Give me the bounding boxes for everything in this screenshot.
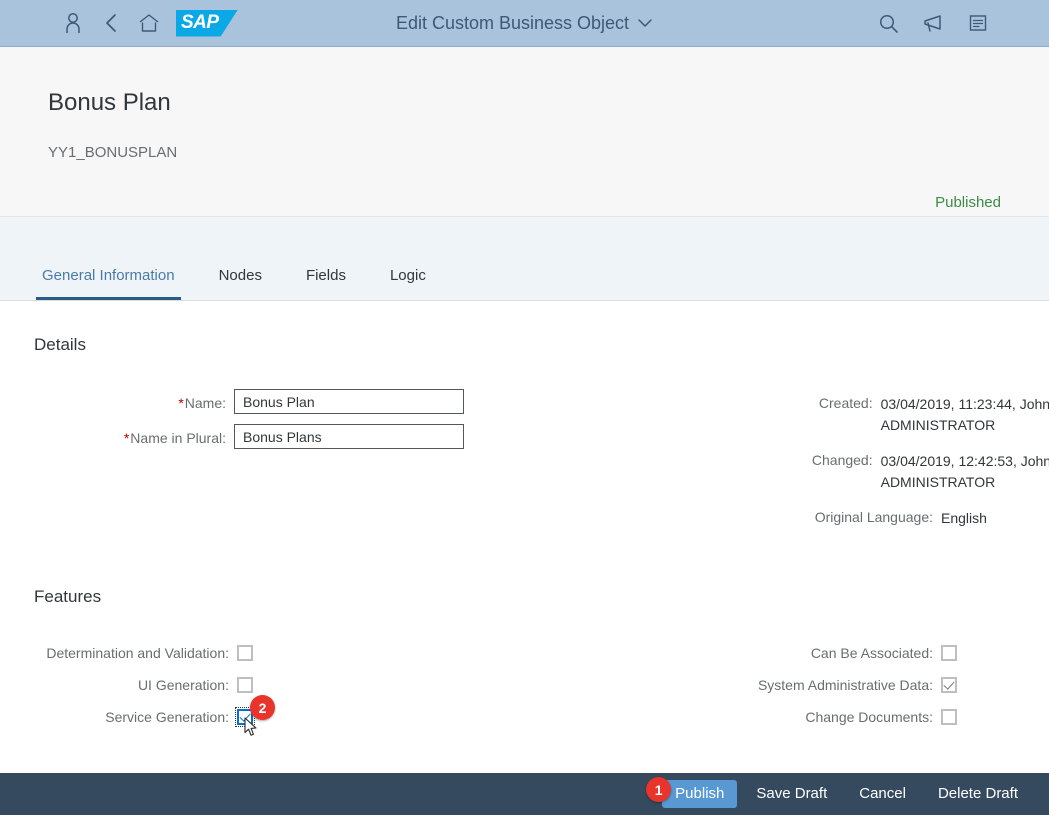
system-administrative-data-checkbox[interactable] <box>941 677 957 693</box>
field-row-original-language: Original Language: English <box>574 503 1049 529</box>
footer-button-group: 1 Publish Save Draft Cancel Delete Draft <box>646 777 1031 808</box>
back-icon[interactable] <box>92 4 130 42</box>
change-documents-label: Change Documents: <box>805 709 933 725</box>
field-row-created: Created: 03/04/2019, 11:23:44, John ADMI… <box>574 389 1049 436</box>
name-input[interactable] <box>234 389 464 414</box>
features-left-column: Determination and Validation: UI Generat… <box>34 641 574 737</box>
ui-generation-label: UI Generation: <box>137 677 229 693</box>
feature-row-determination-validation: Determination and Validation: <box>34 641 574 665</box>
page-title: Bonus Plan <box>48 89 171 116</box>
original-language-label: Original Language: <box>814 509 933 525</box>
cancel-button[interactable]: Cancel <box>846 780 919 808</box>
required-indicator: * <box>123 430 130 446</box>
footer-toolbar: 1 Publish Save Draft Cancel Delete Draft <box>0 773 1049 815</box>
details-left-column: *Name: *Name in Plural: <box>34 389 574 539</box>
tab-fields[interactable]: Fields <box>300 267 352 300</box>
name-label: *Name: <box>34 389 234 411</box>
change-documents-checkbox[interactable] <box>941 709 957 725</box>
created-label: Created: <box>818 395 873 411</box>
content-area: Details *Name: *Name in Plural: Created:… <box>0 301 1049 774</box>
feature-row-service-generation: Service Generation: 2 <box>34 695 574 736</box>
shellbar: SAP Edit Custom Business Object <box>0 0 1049 47</box>
status-badge: Published <box>935 194 1001 211</box>
object-page-header: Bonus Plan YY1_BONUSPLAN Published <box>0 47 1049 217</box>
changed-value: 03/04/2019, 12:42:53, John ADMINISTRATOR <box>880 453 1049 490</box>
details-grid: *Name: *Name in Plural: Created: 03/04/2… <box>34 389 1049 539</box>
name-plural-input[interactable] <box>234 424 464 449</box>
tab-bar: General Information Nodes Fields Logic <box>0 217 1049 301</box>
changed-label: Changed: <box>811 452 873 468</box>
feature-row-change-documents: Change Documents: <box>574 705 1001 729</box>
annotation-badge-1: 1 <box>646 777 672 802</box>
tab-nodes[interactable]: Nodes <box>213 267 268 300</box>
feature-row-ui-generation: UI Generation: <box>34 673 574 697</box>
features-grid: Determination and Validation: UI Generat… <box>34 641 1001 737</box>
tab-logic[interactable]: Logic <box>384 267 432 300</box>
details-right-column: Created: 03/04/2019, 11:23:44, John ADMI… <box>574 389 1049 539</box>
shellbar-left-group: SAP <box>0 4 238 42</box>
field-row-name-plural: *Name in Plural: <box>34 424 574 449</box>
system-administrative-data-label: System Administrative Data: <box>757 677 933 693</box>
menu-icon[interactable] <box>959 4 997 42</box>
home-icon[interactable] <box>130 4 168 42</box>
megaphone-icon[interactable] <box>914 4 952 42</box>
publish-button[interactable]: Publish <box>662 780 738 808</box>
ui-generation-checkbox[interactable] <box>237 677 253 693</box>
required-indicator: * <box>178 395 184 411</box>
sap-logo[interactable]: SAP <box>176 9 238 37</box>
save-draft-button[interactable]: Save Draft <box>743 780 840 808</box>
field-row-changed: Changed: 03/04/2019, 12:42:53, John ADMI… <box>574 446 1049 493</box>
name-plural-label: *Name in Plural: <box>34 424 234 446</box>
tab-general-information[interactable]: General Information <box>36 267 181 300</box>
shellbar-right-group <box>869 4 1049 42</box>
determination-validation-checkbox[interactable] <box>237 645 253 661</box>
shellbar-title[interactable]: Edit Custom Business Object <box>396 13 629 34</box>
can-be-associated-label: Can Be Associated: <box>810 645 933 661</box>
name-label-text: Name: <box>184 395 226 411</box>
service-generation-label: Service Generation: <box>105 709 229 725</box>
features-section-title: Features <box>34 587 102 606</box>
user-icon[interactable] <box>54 4 92 42</box>
feature-row-system-administrative-data: System Administrative Data: <box>574 673 1001 697</box>
created-value: 03/04/2019, 11:23:44, John ADMINISTRATOR <box>880 396 1049 433</box>
features-right-column: Can Be Associated: System Administrative… <box>574 641 1001 737</box>
features-section: Features Determination and Validation: U… <box>34 587 1001 737</box>
annotation-badge-2: 2 <box>250 695 275 720</box>
page-subtitle: YY1_BONUSPLAN <box>48 144 178 161</box>
determination-validation-label: Determination and Validation: <box>46 645 229 661</box>
name-plural-label-text: Name in Plural: <box>130 430 226 446</box>
details-section-title: Details <box>34 335 86 354</box>
search-icon[interactable] <box>869 4 907 42</box>
original-language-value: English <box>941 510 987 526</box>
feature-row-can-be-associated: Can Be Associated: <box>574 641 1001 665</box>
chevron-down-icon[interactable] <box>637 18 653 28</box>
field-row-name: *Name: <box>34 389 574 414</box>
can-be-associated-checkbox[interactable] <box>941 645 957 661</box>
sap-logo-text: SAP <box>181 11 219 33</box>
delete-draft-button[interactable]: Delete Draft <box>925 780 1031 808</box>
